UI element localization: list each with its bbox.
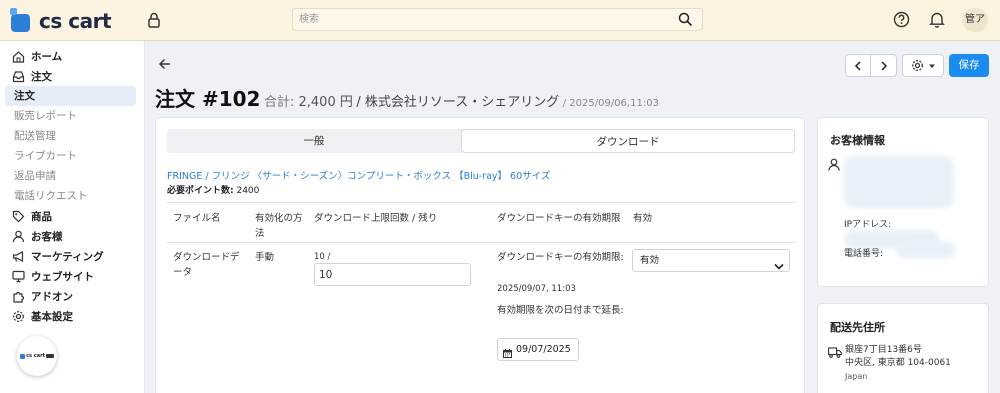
customer-info-card: お客様情報 IPアドレス: 電話番号: <box>817 117 989 287</box>
sidebar-item-label: 商品 <box>31 210 52 223</box>
sidebar-subitem-call-requests[interactable]: 電話リクエスト <box>0 186 144 206</box>
gear-icon <box>13 310 24 322</box>
order-total: 合計: 2,400 円 <box>263 95 353 110</box>
product-link[interactable]: FRINGE / フリンジ 〈サード・シーズン〉コンプリート・ボックス 【Blu… <box>167 168 550 182</box>
sidebar-item-orders[interactable]: 注文 <box>0 66 144 86</box>
row-activation: 手動 <box>255 252 275 263</box>
max-downloads-input[interactable] <box>315 264 465 285</box>
sidebar-item-label: ウェブサイト <box>31 270 94 283</box>
shipping-address-title: 配送先住所 <box>830 321 885 334</box>
col-active: 有効 <box>633 213 653 224</box>
chevron-right-icon <box>880 60 887 71</box>
key-expiry-label: ダウンロードキーの有効期限: <box>497 252 624 263</box>
search-input[interactable] <box>293 9 653 30</box>
cs-cart-badge[interactable]: cs cart <box>17 336 57 376</box>
table-header: ファイル名 有効化の方法 ダウンロード上限回数 / 残り ダウンロードキーの有効… <box>167 202 795 243</box>
puzzle-icon <box>13 291 25 303</box>
sidebar-subitem-returns[interactable]: 返品申請 <box>0 166 144 186</box>
order-date: / 2025/09/06,11:03 <box>562 98 659 109</box>
col-filename: ファイル名 <box>173 213 221 224</box>
user-icon <box>828 158 840 174</box>
badge-logo: cs cart <box>20 353 54 359</box>
sidebar-item-label: アドオン <box>31 290 73 303</box>
sidebar-subitem-live-carts[interactable]: ライブカート <box>0 146 144 166</box>
calendar-icon <box>503 345 512 366</box>
tab-download[interactable]: ダウンロード <box>461 129 795 153</box>
active-status-value: 有効 <box>640 255 660 266</box>
bell-icon[interactable] <box>929 11 945 31</box>
sidebar-item-home[interactable]: ホーム <box>0 46 144 66</box>
logo[interactable]: cs cart <box>10 8 112 33</box>
extend-date-value: 09/07/2025 <box>516 344 571 355</box>
next-order-button[interactable] <box>870 54 897 77</box>
page-title: 注文 #102 合計: 2,400 円 / 株式会社リソース・シェアリング / … <box>155 83 659 112</box>
order-number: 注文 #102 <box>155 87 261 111</box>
active-status-select[interactable]: 有効 <box>632 249 790 272</box>
avatar[interactable]: 管ア <box>962 8 988 32</box>
sidebar: ホーム 注文 注文 販売レポート 配送管理 ライブカート 返品申請 電話リクエス… <box>0 41 145 393</box>
settings-dropdown-button[interactable] <box>902 54 944 77</box>
customer-info-title: お客様情報 <box>830 134 885 147</box>
sidebar-item-website[interactable]: ウェブサイト <box>0 266 144 286</box>
redacted-phone <box>896 242 956 258</box>
phone-label: 電話番号: <box>844 249 884 259</box>
extend-expiry-label: 有効期限を次の日付まで延長: <box>497 305 624 316</box>
chevron-left-icon <box>854 60 861 71</box>
tab-bar: 一般 ダウンロード <box>167 129 795 153</box>
key-expiry-value: 2025/09/07, 11:03 <box>497 284 576 294</box>
address-country: Japan <box>845 372 868 381</box>
tag-icon <box>12 210 25 222</box>
col-key-expiry: ダウンロードキーの有効期限 <box>497 213 621 224</box>
max-downloads-field <box>314 263 471 286</box>
truck-icon <box>828 347 842 361</box>
save-button[interactable]: 保存 <box>949 54 989 77</box>
tab-general[interactable]: 一般 <box>167 129 461 153</box>
chevron-down-icon <box>774 257 784 278</box>
megaphone-icon <box>12 250 24 262</box>
prev-order-button[interactable] <box>845 54 871 77</box>
logo-text: cs cart <box>39 9 112 33</box>
search-icon[interactable] <box>678 12 693 30</box>
back-arrow-icon[interactable] <box>158 57 172 74</box>
row-filename: ダウンロードデータ <box>173 252 240 278</box>
ip-address-label: IPアドレス: <box>844 220 892 230</box>
col-activation: 有効化の方法 <box>255 213 303 239</box>
monitor-icon <box>12 270 25 282</box>
sidebar-item-customers[interactable]: お客様 <box>0 226 144 246</box>
sidebar-item-marketing[interactable]: マーケティング <box>0 246 144 266</box>
sidebar-item-label: 基本設定 <box>31 310 73 323</box>
extend-date-picker[interactable]: 09/07/2025 <box>497 338 579 361</box>
sidebar-item-products[interactable]: 商品 <box>0 206 144 226</box>
home-icon <box>12 50 25 63</box>
lock-icon[interactable] <box>147 12 161 31</box>
sidebar-item-label: ホーム <box>31 50 63 63</box>
sidebar-item-label: マーケティング <box>31 250 104 263</box>
gear-icon <box>911 60 923 71</box>
sidebar-item-settings[interactable]: 基本設定 <box>0 306 144 326</box>
sidebar-item-label: 注文 <box>31 70 52 83</box>
required-points: 必要ポイント数: 2400 <box>167 186 260 196</box>
sidebar-subitem-shipments[interactable]: 配送管理 <box>0 126 144 146</box>
sidebar-subitem-orders[interactable]: 注文 <box>5 86 136 106</box>
col-max-downloads: ダウンロード上限回数 / 残り <box>314 213 438 224</box>
address-line2: 中央区, 東京都 104-0061 <box>845 358 951 368</box>
help-icon[interactable] <box>893 11 910 31</box>
address-line1: 銀座7丁目13番6号 <box>845 345 922 355</box>
shipping-address: 銀座7丁目13番6号 中央区, 東京都 104-0061 Japan <box>845 344 951 383</box>
caret-down-icon <box>928 64 935 68</box>
company-name: / 株式会社リソース・シェアリング <box>356 95 560 110</box>
inbox-icon <box>12 70 25 82</box>
user-icon <box>12 230 25 242</box>
logo-mark-icon <box>10 8 33 32</box>
order-details-card: 一般 ダウンロード FRINGE / フリンジ 〈サード・シーズン〉コンプリート… <box>155 117 805 393</box>
redacted-customer-details <box>844 156 954 208</box>
sidebar-item-label: お客様 <box>31 230 63 243</box>
top-bar: cs cart 管ア <box>0 0 1000 41</box>
sidebar-subitem-sales-reports[interactable]: 販売レポート <box>0 106 144 126</box>
shipping-address-card: 配送先住所 銀座7丁目13番6号 中央区, 東京都 104-0061 Japan <box>817 303 989 393</box>
sidebar-item-addons[interactable]: アドオン <box>0 286 144 306</box>
search-box <box>292 8 703 31</box>
